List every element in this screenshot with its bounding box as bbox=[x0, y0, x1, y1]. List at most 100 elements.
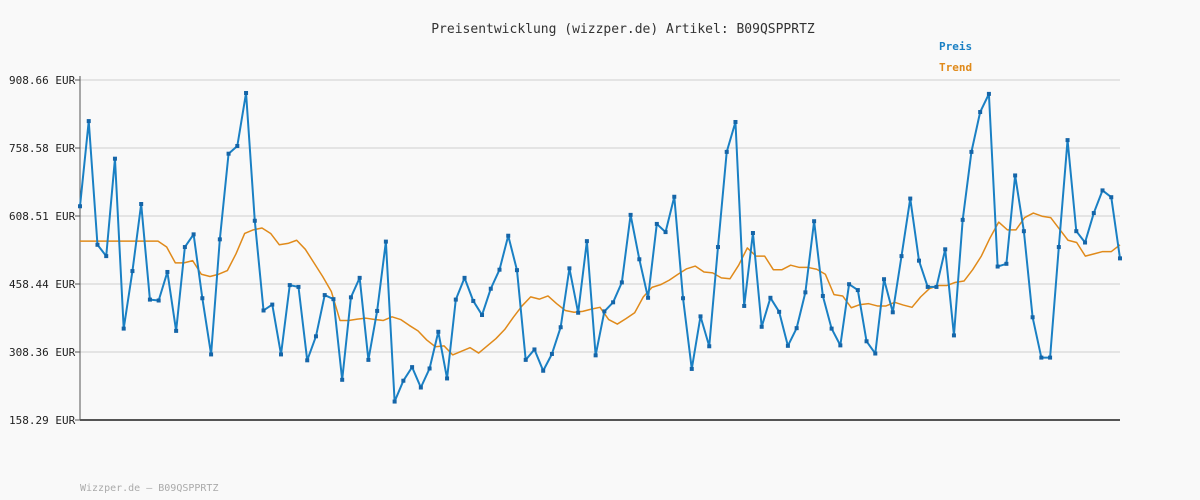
price-point bbox=[1021, 229, 1026, 234]
price-point bbox=[165, 269, 170, 274]
price-point bbox=[270, 302, 275, 307]
legend-entry-trend: Trend bbox=[939, 61, 972, 74]
price-point bbox=[436, 329, 441, 334]
price-point bbox=[78, 204, 82, 209]
price-point bbox=[978, 110, 983, 115]
price-point bbox=[995, 264, 1000, 269]
price-point bbox=[619, 280, 624, 285]
price-point bbox=[191, 232, 196, 237]
price-point bbox=[287, 283, 292, 288]
price-point bbox=[471, 298, 476, 303]
price-point bbox=[340, 377, 345, 382]
price-point bbox=[681, 296, 686, 301]
price-point bbox=[672, 194, 677, 199]
price-point bbox=[445, 376, 450, 381]
price-point bbox=[139, 202, 144, 206]
price-point bbox=[1091, 211, 1096, 216]
price-point bbox=[1030, 315, 1035, 320]
price-point bbox=[296, 284, 301, 289]
price-point bbox=[611, 300, 616, 305]
price-point bbox=[916, 258, 921, 263]
y-tick-label: 308.36 EUR bbox=[9, 346, 76, 359]
price-point bbox=[121, 326, 126, 331]
price-point bbox=[1065, 138, 1070, 143]
price-point bbox=[252, 218, 257, 223]
price-point bbox=[209, 352, 214, 357]
price-point bbox=[217, 237, 222, 242]
price-point bbox=[558, 325, 563, 330]
price-point bbox=[366, 357, 371, 362]
footer-credit: Wizzper.de – B09QSPPRTZ bbox=[80, 483, 218, 494]
price-point bbox=[724, 149, 729, 154]
price-point bbox=[838, 343, 843, 348]
price-point bbox=[742, 303, 747, 308]
price-point bbox=[1100, 188, 1105, 193]
price-point bbox=[348, 295, 353, 300]
price-point bbox=[576, 310, 581, 315]
y-tick-label: 908.66 EUR bbox=[9, 74, 76, 87]
price-point bbox=[733, 119, 738, 124]
price-point bbox=[698, 314, 703, 319]
series-layer bbox=[78, 90, 1122, 404]
price-point bbox=[908, 196, 913, 201]
price-point bbox=[506, 233, 511, 238]
price-point bbox=[392, 399, 397, 404]
price-point bbox=[279, 352, 284, 357]
price-point bbox=[943, 247, 948, 252]
price-point bbox=[1039, 355, 1044, 360]
price-point bbox=[899, 254, 904, 259]
price-point bbox=[637, 257, 642, 262]
price-point bbox=[847, 282, 852, 287]
price-point bbox=[934, 284, 939, 289]
price-point bbox=[890, 310, 895, 315]
price-point bbox=[418, 385, 423, 390]
price-point bbox=[383, 239, 388, 244]
price-point bbox=[602, 309, 607, 314]
series-line-preis bbox=[79, 91, 1121, 403]
price-point bbox=[951, 333, 956, 338]
price-point bbox=[427, 366, 432, 371]
price-point bbox=[313, 334, 318, 339]
price-point bbox=[768, 295, 773, 300]
price-point bbox=[462, 275, 467, 280]
price-point bbox=[453, 297, 458, 302]
price-point bbox=[873, 351, 878, 356]
price-point bbox=[567, 266, 572, 271]
price-point bbox=[147, 297, 152, 302]
price-point bbox=[401, 378, 406, 383]
price-point bbox=[226, 151, 231, 156]
price-point bbox=[104, 254, 109, 259]
price-point bbox=[174, 328, 179, 333]
price-point bbox=[1109, 195, 1114, 200]
price-point bbox=[130, 269, 135, 274]
price-point bbox=[375, 308, 380, 313]
price-point bbox=[480, 313, 485, 318]
price-point bbox=[794, 326, 799, 331]
price-point bbox=[715, 245, 720, 250]
price-point bbox=[156, 298, 161, 303]
legend: Preis Trend bbox=[939, 40, 972, 74]
price-point bbox=[882, 277, 887, 282]
price-point bbox=[488, 286, 493, 291]
price-point bbox=[200, 296, 205, 301]
price-point bbox=[777, 309, 782, 314]
price-point bbox=[960, 217, 965, 222]
price-point bbox=[86, 119, 91, 124]
price-point bbox=[322, 293, 327, 298]
price-point bbox=[410, 365, 415, 370]
price-point bbox=[969, 149, 974, 154]
chart-title: Preisentwicklung (wizzper.de) Artikel: B… bbox=[431, 22, 815, 37]
price-point bbox=[820, 293, 825, 298]
legend-entry-preis: Preis bbox=[939, 40, 972, 53]
price-point bbox=[864, 339, 869, 344]
price-point bbox=[829, 326, 834, 331]
price-point bbox=[497, 267, 502, 272]
price-point bbox=[244, 90, 249, 95]
price-point bbox=[331, 297, 336, 302]
price-point bbox=[1056, 245, 1061, 250]
price-point bbox=[182, 245, 187, 250]
price-point bbox=[584, 239, 589, 244]
y-tick-label: 758.58 EUR bbox=[9, 142, 76, 155]
price-point bbox=[112, 156, 117, 161]
y-tick-label: 458.44 EUR bbox=[9, 278, 76, 291]
